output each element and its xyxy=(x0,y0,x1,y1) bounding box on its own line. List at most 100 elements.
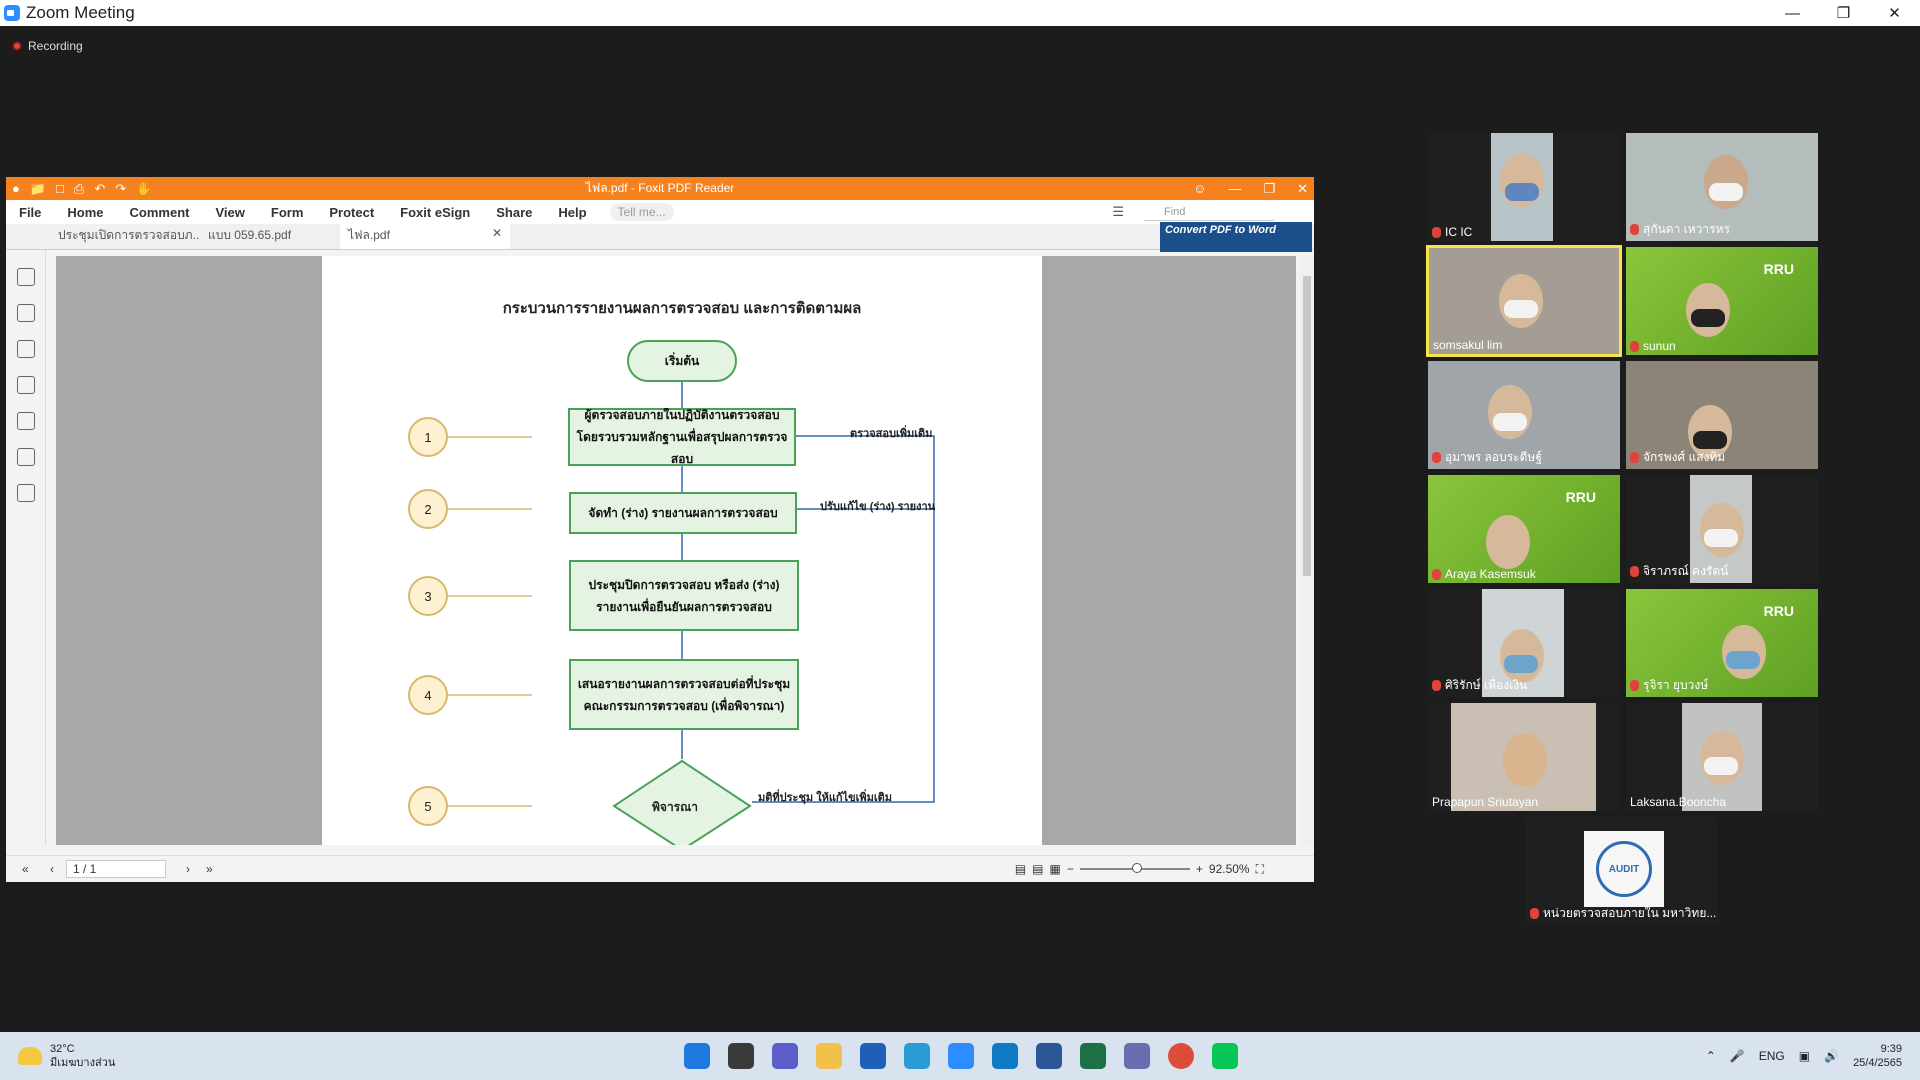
flow-step-3-line1: ประชุมปิดการตรวจสอบ หรือส่ง (ร่าง) xyxy=(588,577,780,592)
flow-step-4: เสนอรายงานผลการตรวจสอบต่อที่ประชุม คณะกร… xyxy=(569,659,799,730)
foxit-menubar: File Home Comment View Form Protect Foxi… xyxy=(6,200,1314,224)
next-page-icon[interactable]: › xyxy=(186,862,190,876)
participant-tile[interactable]: จิราภรณ์ คงรัตน์ xyxy=(1626,475,1818,583)
menu-file[interactable]: File xyxy=(6,205,54,220)
close-tab-icon[interactable]: ✕ xyxy=(492,226,502,245)
participant-tile[interactable]: จักรพงศ์ แสงทิม xyxy=(1626,361,1818,469)
menu-form[interactable]: Form xyxy=(258,205,317,220)
participant-tile[interactable]: Laksana.Booncha xyxy=(1626,703,1818,811)
find-input[interactable]: Find xyxy=(1144,203,1274,221)
close-button[interactable]: ✕ xyxy=(1869,0,1920,26)
single-page-view-icon[interactable]: ▤ xyxy=(1015,862,1026,876)
comments-icon[interactable] xyxy=(17,340,35,358)
tab-document-3[interactable]: ไฟล.pdf ✕ xyxy=(340,222,510,249)
participant-tile[interactable]: สุกันดา เหวารหร xyxy=(1626,133,1818,241)
language-indicator[interactable]: ENG xyxy=(1759,1049,1785,1063)
attachment-icon[interactable] xyxy=(17,412,35,430)
scrollbar-thumb[interactable] xyxy=(1303,276,1311,576)
menu-share[interactable]: Share xyxy=(483,205,545,220)
chevron-up-icon[interactable]: ⌃ xyxy=(1706,1049,1716,1063)
convert-pdf-to-word-banner[interactable]: Convert PDF to Word xyxy=(1160,222,1312,252)
participant-name: Laksana.Booncha xyxy=(1630,795,1727,809)
system-clock[interactable]: 9:39 25/4/2565 xyxy=(1853,1042,1902,1070)
participant-tile[interactable]: ศิริรักษ์ เพื่องเงิน xyxy=(1428,589,1620,697)
fullscreen-icon[interactable]: ⛶ xyxy=(1256,862,1264,877)
start-node: เริ่มต้น xyxy=(627,340,737,382)
rru-logo: RRU xyxy=(1763,603,1794,619)
chrome-icon[interactable] xyxy=(1168,1043,1194,1069)
flow-step-1-line1: ผู้ตรวจสอบภายในปฏิบัติงานตรวจสอบ xyxy=(584,408,780,422)
tab-document-3-label: ไฟล.pdf xyxy=(348,228,390,242)
foxit-statusbar: « ‹ 1 / 1 › » ▤ ▤ ▦ − + 92.50% ⛶ xyxy=(6,855,1314,882)
menu-view[interactable]: View xyxy=(202,205,257,220)
network-icon[interactable]: ▣ xyxy=(1799,1049,1810,1063)
ie-icon[interactable] xyxy=(904,1043,930,1069)
participant-tile-active-speaker[interactable]: somsakul lim xyxy=(1426,245,1622,357)
bookmark-icon[interactable] xyxy=(17,268,35,286)
clock-time: 9:39 xyxy=(1880,1043,1902,1055)
microphone-icon[interactable]: 🎤 xyxy=(1730,1049,1745,1063)
participant-tile[interactable]: RRU รุจิรา ยุบวงษ์ xyxy=(1626,589,1818,697)
word-icon[interactable] xyxy=(1036,1043,1062,1069)
zoom-icon[interactable] xyxy=(948,1043,974,1069)
minimize-button[interactable]: — xyxy=(1767,0,1818,26)
tab-document-2[interactable]: แบบ 059.65.pdf xyxy=(200,222,340,249)
participant-tile[interactable]: อุมาพร ลอบระดีษฐ์ xyxy=(1428,361,1620,469)
tell-me-input[interactable]: Tell me... xyxy=(609,203,674,221)
security-icon[interactable] xyxy=(17,448,35,466)
file-explorer-icon[interactable] xyxy=(816,1043,842,1069)
zoom-in-icon[interactable]: + xyxy=(1196,862,1203,876)
rru-logo: RRU xyxy=(1565,489,1596,505)
foxit-close-button[interactable]: ✕ xyxy=(1297,181,1308,197)
line-icon[interactable] xyxy=(1212,1043,1238,1069)
participant-name: รุจิรา ยุบวงษ์ xyxy=(1630,676,1708,695)
continuous-view-icon[interactable]: ▤ xyxy=(1032,862,1043,876)
volume-icon[interactable]: 🔊 xyxy=(1824,1049,1839,1063)
menu-protect[interactable]: Protect xyxy=(316,205,387,220)
layers-icon[interactable] xyxy=(17,376,35,394)
weather-widget[interactable]: 32°C มีเมฆบางส่วน xyxy=(18,1042,115,1070)
excel-icon[interactable] xyxy=(1080,1043,1106,1069)
search-mode-icon[interactable]: ☰ xyxy=(1112,204,1124,220)
task-view-icon[interactable] xyxy=(728,1043,754,1069)
zoom-level[interactable]: 92.50% xyxy=(1209,862,1250,876)
foxit-restore-button[interactable]: ❐ xyxy=(1263,181,1275,197)
participant-tile[interactable]: RRU sunun xyxy=(1626,247,1818,355)
muted-icon xyxy=(1630,452,1639,463)
last-page-icon[interactable]: » xyxy=(206,862,213,876)
vertical-scrollbar[interactable] xyxy=(1300,256,1314,845)
restore-button[interactable]: ❐ xyxy=(1818,0,1869,26)
foxit-window: ● 📁 □ ⎙ ↶ ↷ ✋ ไฟล.pdf - Foxit PDF Reader… xyxy=(6,177,1314,882)
zoom-slider-knob[interactable] xyxy=(1131,863,1142,873)
participant-tile[interactable]: Prapapun Sriutayan xyxy=(1428,703,1620,811)
edge-icon[interactable] xyxy=(992,1043,1018,1069)
foxit-minimize-button[interactable]: — xyxy=(1228,181,1241,197)
prev-page-icon[interactable]: ‹ xyxy=(50,862,54,876)
pages-icon[interactable] xyxy=(17,304,35,322)
page-number-input[interactable]: 1 / 1 xyxy=(66,860,166,878)
zoom-out-icon[interactable]: − xyxy=(1067,862,1074,876)
menu-help[interactable]: Help xyxy=(545,205,599,220)
participant-name: sunun xyxy=(1630,339,1676,353)
participant-tile[interactable]: RRU Araya Kasemsuk xyxy=(1428,475,1620,583)
participant-tile[interactable]: IC IC xyxy=(1428,133,1620,241)
participant-name: IC IC xyxy=(1432,225,1472,239)
chat-icon[interactable] xyxy=(772,1043,798,1069)
signature-icon[interactable] xyxy=(17,484,35,502)
start-icon[interactable] xyxy=(684,1043,710,1069)
store-icon[interactable] xyxy=(860,1043,886,1069)
facing-view-icon[interactable]: ▦ xyxy=(1050,862,1061,876)
first-page-icon[interactable]: « xyxy=(22,862,29,876)
muted-icon xyxy=(1630,680,1639,691)
recording-indicator[interactable]: Recording xyxy=(12,39,83,53)
flow-step-3: ประชุมปิดการตรวจสอบ หรือส่ง (ร่าง) รายงา… xyxy=(569,560,799,631)
zoom-slider[interactable] xyxy=(1079,863,1190,873)
menu-home[interactable]: Home xyxy=(54,205,116,220)
step-number: 3 xyxy=(408,576,448,616)
participant-tile[interactable]: AUDIT หน่วยตรวจสอบภายใน มหาวิทย... xyxy=(1526,817,1718,925)
menu-comment[interactable]: Comment xyxy=(117,205,203,220)
account-icon[interactable]: ☺ xyxy=(1193,181,1206,197)
snipping-tool-icon[interactable] xyxy=(1124,1043,1150,1069)
tab-document-1[interactable]: ประชุมเปิดการตรวจสอบภ... xyxy=(50,222,200,249)
menu-foxit-esign[interactable]: Foxit eSign xyxy=(387,205,483,220)
